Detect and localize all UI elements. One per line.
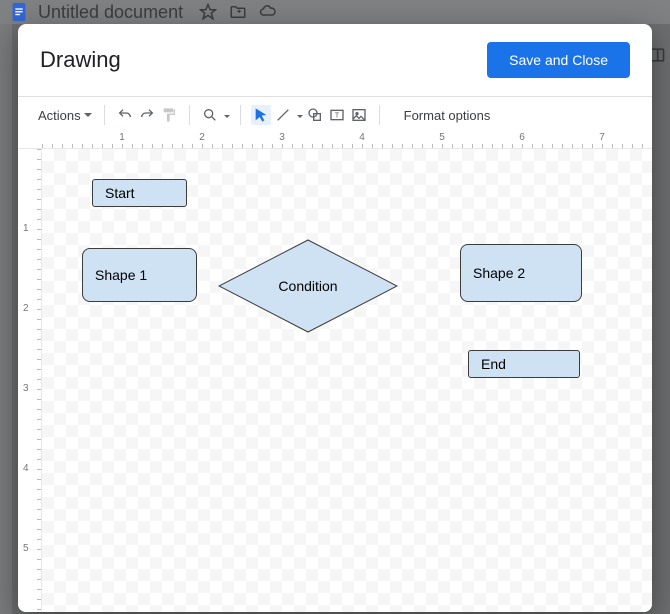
vertical-ruler[interactable]: 12345 (18, 149, 42, 612)
actions-menu[interactable]: Actions (36, 104, 94, 127)
toolbar-separator (104, 105, 105, 125)
zoom-dropdown-arrow[interactable] (222, 106, 230, 124)
gdocs-vertical-ruler-bg (0, 24, 12, 614)
save-and-close-button[interactable]: Save and Close (487, 42, 630, 78)
star-icon (199, 3, 217, 21)
vertical-ruler-numbers: 12345 (23, 149, 29, 549)
shape-start[interactable]: Start (92, 179, 187, 207)
shape-label: Shape 2 (473, 265, 525, 281)
docs-logo-icon (8, 0, 30, 26)
drawing-modal: Drawing Save and Close Actions (18, 24, 652, 612)
toolbar-separator (189, 105, 190, 125)
shape-condition[interactable]: Condition (218, 239, 398, 333)
drawing-toolbar: Actions T (18, 97, 652, 133)
horizontal-ruler-numbers: 1234567 (42, 133, 642, 143)
toolbar-separator (240, 105, 241, 125)
select-tool-button[interactable] (251, 105, 271, 125)
gdocs-header: Untitled document (0, 0, 670, 24)
shape-end[interactable]: End (468, 350, 580, 378)
horizontal-ruler[interactable]: 1234567 (18, 133, 652, 149)
move-folder-icon (229, 3, 247, 21)
shape-label: End (481, 356, 506, 372)
textbox-tool-button[interactable]: T (327, 105, 347, 125)
line-dropdown-arrow[interactable] (295, 106, 303, 124)
cloud-status-icon (259, 3, 277, 21)
shape-label: Condition (218, 239, 398, 333)
modal-title: Drawing (40, 47, 121, 73)
shape-tool-button[interactable] (305, 105, 325, 125)
shape-label: Start (105, 185, 135, 201)
undo-button[interactable] (115, 105, 135, 125)
zoom-button[interactable] (200, 105, 220, 125)
document-title: Untitled document (38, 2, 183, 23)
svg-text:T: T (334, 111, 339, 120)
toolbar-separator (379, 105, 380, 125)
shape-shape1[interactable]: Shape 1 (82, 248, 197, 302)
image-tool-button[interactable] (349, 105, 369, 125)
shape-label: Shape 1 (95, 267, 147, 283)
line-tool-button[interactable] (273, 105, 293, 125)
redo-button[interactable] (137, 105, 157, 125)
canvas-area: 1234567 12345 Start Shape 1 (18, 133, 652, 612)
modal-header: Drawing Save and Close (18, 24, 652, 96)
drawing-canvas[interactable]: Start Shape 1 Condition Shape 2 (42, 149, 652, 612)
shape-shape2[interactable]: Shape 2 (460, 244, 582, 302)
format-options-button[interactable]: Format options (404, 108, 491, 123)
paint-format-button[interactable] (159, 105, 179, 125)
